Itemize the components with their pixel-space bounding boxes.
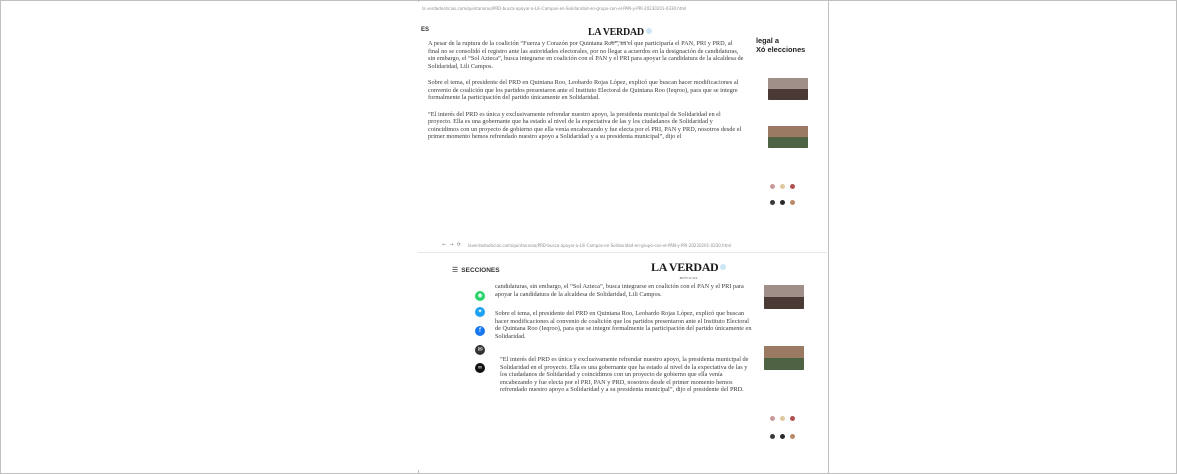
article-paragraph: Sobre el tema, el presidente del PRD en … <box>495 310 752 340</box>
sidebar-thumbnail-2[interactable] <box>768 126 808 148</box>
article-paragraph: Sobre el tema, el presidente del PRD en … <box>428 79 739 102</box>
screenshot-document: la verdadnoticias.com/quintanaroo/PRD-bu… <box>418 2 827 470</box>
hamburger-menu-icon: ☰ <box>452 266 459 274</box>
article-paragraph: A pesar de la ruptura de la coalición “F… <box>428 40 744 70</box>
bottom-url-bar[interactable]: laverdadnoticias.com/quintanaroo/PRD-bus… <box>468 243 731 248</box>
sections-menu[interactable]: ☰ SECCIONES <box>452 266 500 274</box>
twitter-icon[interactable]: ✦ <box>475 307 485 317</box>
facebook-icon[interactable]: f <box>475 326 485 336</box>
article-paragraph: “El interés del PRD es única y exclusiva… <box>428 110 742 141</box>
logo-dot-icon <box>720 264 727 271</box>
whatsapp-icon[interactable]: ◉ <box>475 291 485 301</box>
browser-nav-icons[interactable]: ← → ⟳ <box>442 242 461 248</box>
logo-subtitle: NOTICIAS <box>679 276 698 280</box>
site-logo-bottom[interactable]: LA VERDAD NOTICIAS <box>651 258 727 280</box>
column-divider-right <box>828 0 829 474</box>
logo-dot-icon <box>645 28 652 35</box>
sidebar-thumbnail-3[interactable] <box>764 285 804 309</box>
sidebar-thumbnail-4[interactable] <box>764 346 804 370</box>
logo-text: LA VERDAD <box>651 260 719 274</box>
link-icon[interactable]: ∞ <box>475 363 485 373</box>
logo-text: LA VERDAD <box>588 27 644 38</box>
article-paragraph: “El interés del PRD es única y exclusiva… <box>500 356 749 394</box>
article-body: A pesar de la ruptura de la coalición “F… <box>428 40 745 150</box>
article-body-bottom: candidaturas, sin embargo, el “Sol Aztec… <box>495 283 755 403</box>
sidebar-headline[interactable]: legal a Xó elecciones <box>756 36 826 54</box>
top-url-bar[interactable]: la verdadnoticias.com/quintanaroo/PRD-bu… <box>422 6 686 11</box>
edition-label[interactable]: ES <box>421 27 429 33</box>
article-paragraph: candidaturas, sin embargo, el “Sol Aztec… <box>495 283 744 298</box>
sidebar-thumbnail-1[interactable] <box>768 78 808 100</box>
browser-navbar: ← → ⟳ laverdadnoticias.com/quintanaroo/P… <box>438 242 808 254</box>
sections-label: SECCIONES <box>461 267 500 274</box>
email-icon[interactable]: ✉ <box>475 345 485 355</box>
